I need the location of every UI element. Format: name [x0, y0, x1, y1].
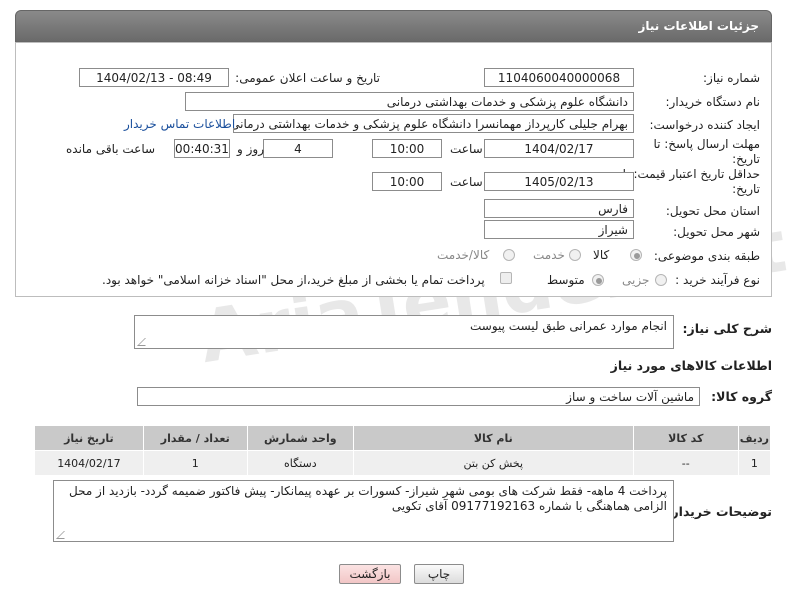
buyer-org-field[interactable]: دانشگاه علوم پزشکی و خدمات بهداشتی درمان…	[185, 92, 634, 111]
col-item-name: نام کالا	[352, 425, 634, 451]
category-radio-service[interactable]	[569, 249, 581, 261]
reply-time-label: ساعت	[450, 142, 483, 156]
goods-group-label: گروه کالا:	[711, 389, 772, 404]
resize-handle-icon[interactable]	[137, 338, 153, 346]
announce-datetime-field[interactable]: 1404/02/13 - 08:49	[79, 68, 229, 87]
goods-section-title: اطلاعات کالاهای مورد نیاز	[610, 358, 772, 373]
category-radio-both[interactable]	[503, 249, 515, 261]
treasury-payment-note: پرداخت تمام یا بخشی از مبلغ خرید،از محل …	[102, 273, 485, 287]
price-validity-date[interactable]: 1405/02/13	[484, 172, 634, 191]
col-item-code: کد کالا	[632, 425, 739, 451]
purchase-radio-medium[interactable]	[592, 274, 604, 286]
buyer-notes-textarea[interactable]: پرداخت 4 ماهه- فقط شرکت های بومی شهر شیر…	[53, 480, 674, 542]
goods-table: ردیف کد کالا نام کالا واحد شمارش تعداد /…	[34, 425, 772, 476]
resize-handle-icon[interactable]	[56, 531, 72, 539]
city-label: شهر محل تحویل:	[673, 225, 760, 239]
announce-datetime-label: تاریخ و ساعت اعلان عمومی:	[235, 71, 380, 85]
goods-group-field[interactable]: ماشین آلات ساخت و ساز	[137, 387, 700, 406]
category-label: طبقه بندی موضوعی:	[653, 249, 760, 263]
need-number-label: شماره نیاز:	[703, 71, 760, 85]
panel-header: جزئیات اطلاعات نیاز	[15, 10, 772, 42]
col-quantity: تعداد / مقدار	[142, 425, 248, 451]
page-title: جزئیات اطلاعات نیاز	[638, 19, 759, 33]
cell-need-date: 1404/02/17	[34, 450, 144, 476]
cell-row-number: 1	[737, 450, 772, 476]
reply-deadline-date[interactable]: 1404/02/17	[484, 139, 634, 158]
reply-deadline-time[interactable]: 10:00	[372, 139, 442, 158]
category-option-service: خدمت	[533, 248, 565, 262]
city-field[interactable]: شیراز	[484, 220, 634, 239]
col-unit: واحد شمارش	[246, 425, 354, 451]
cell-unit: دستگاه	[246, 450, 354, 476]
cell-quantity: 1	[142, 450, 248, 476]
purchase-radio-minor[interactable]	[655, 274, 667, 286]
treasury-payment-checkbox[interactable]	[500, 272, 512, 284]
remaining-time-label: ساعت باقی مانده	[66, 142, 156, 156]
cell-item-code: --	[632, 450, 739, 476]
category-option-both: کالا/خدمت	[437, 248, 490, 262]
province-label: استان محل تحویل:	[665, 204, 760, 218]
back-button[interactable]: بازگشت	[339, 564, 401, 584]
table-row[interactable]: 1 -- پخش کن بتن دستگاه 1 1404/02/17	[34, 450, 772, 476]
table-header-row: ردیف کد کالا نام کالا واحد شمارش تعداد /…	[34, 425, 772, 451]
purchase-option-minor: جزیی	[622, 273, 650, 287]
price-validity-label: حداقل تاریخ اعتبار قیمت: تا تاریخ:	[622, 167, 760, 196]
buyer-notes-text: پرداخت 4 ماهه- فقط شرکت های بومی شهر شیر…	[68, 484, 667, 513]
buyer-org-label: نام دستگاه خریدار:	[665, 95, 761, 109]
price-time-label: ساعت	[450, 175, 483, 189]
summary-text: انجام موارد عمرانی طبق لیست پیوست	[469, 319, 667, 333]
remaining-time-field[interactable]: 00:40:31	[174, 139, 230, 158]
province-field[interactable]: فارس	[484, 199, 634, 218]
summary-textarea[interactable]: انجام موارد عمرانی طبق لیست پیوست	[134, 315, 674, 349]
days-label: روز و	[237, 142, 264, 156]
purchase-type-label: نوع فرآیند خرید :	[675, 273, 760, 287]
buyer-notes-label: توضیحات خریدار:	[666, 504, 772, 519]
cell-item-name: پخش کن بتن	[352, 450, 634, 476]
price-validity-time[interactable]: 10:00	[372, 172, 442, 191]
category-radio-goods[interactable]	[630, 249, 642, 261]
category-option-goods: کالا	[593, 248, 610, 262]
remaining-days-field[interactable]: 4	[263, 139, 333, 158]
purchase-option-medium: متوسط	[547, 273, 585, 287]
requester-field[interactable]: بهرام جلیلی کارپرداز مهمانسرا دانشگاه عل…	[233, 114, 634, 133]
summary-label: شرح کلی نیاز:	[682, 321, 772, 336]
buyer-contact-link[interactable]: اطلاعات تماس خریدار	[124, 117, 235, 131]
need-number-field[interactable]: 1104060040000068	[484, 68, 634, 87]
print-button[interactable]: چاپ	[414, 564, 464, 584]
col-need-date: تاریخ نیاز	[34, 425, 144, 451]
requester-label: ایجاد کننده درخواست:	[649, 118, 760, 132]
reply-deadline-label: مهلت ارسال پاسخ: تا تاریخ:	[653, 137, 760, 166]
col-row-number: ردیف	[737, 425, 772, 451]
